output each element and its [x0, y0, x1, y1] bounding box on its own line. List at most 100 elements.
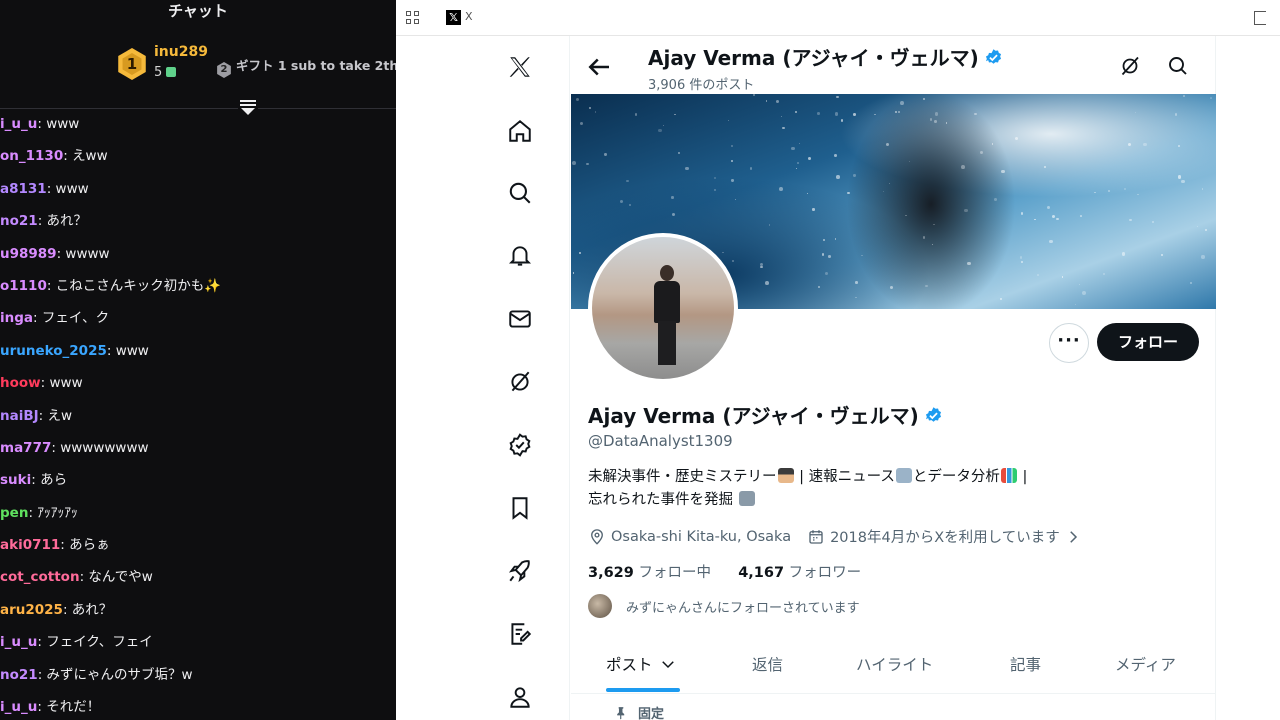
chat-username[interactable]: ma777: [0, 440, 51, 456]
messages-envelope-icon[interactable]: [488, 294, 552, 344]
x-logo-icon[interactable]: [488, 42, 552, 92]
chat-message: pen: ｱｯｱｯｱｯ: [0, 501, 396, 533]
header-profile-name: Ajay Verma (アジャイ・ヴェルマ): [648, 42, 1003, 71]
chat-text: あら: [40, 472, 68, 489]
chat-message: no21: あれ？: [0, 209, 396, 241]
gift-leaderboard-second[interactable]: 2 ギフト 1 sub to take 2th: [216, 55, 396, 78]
follower-avatar: [588, 594, 612, 618]
chat-username[interactable]: no21: [0, 213, 38, 229]
profile-name: Ajay Verma (アジャイ・ヴェルマ): [588, 400, 943, 429]
chat-username[interactable]: i_u_u: [0, 116, 37, 132]
chat-text: こねこさんキック初かも✨: [55, 277, 222, 294]
back-arrow-icon[interactable]: [584, 52, 614, 82]
location-pin-icon: [591, 528, 603, 545]
grok-icon[interactable]: [488, 357, 552, 407]
chat-text: それだ！: [46, 699, 101, 716]
chevron-down-icon: [661, 661, 674, 669]
gift-icon: [166, 67, 177, 77]
chat-text: www: [55, 180, 89, 197]
chat-text: えww: [72, 148, 108, 165]
chat-title: チャット: [168, 2, 228, 20]
followed-by-text: みずにゃんさんにフォローされています: [626, 600, 860, 616]
chat-message: aru2025: あれ？: [0, 598, 396, 630]
search-icon[interactable]: [488, 168, 552, 218]
chat-username[interactable]: no21: [0, 667, 38, 683]
profile-column: Ajay Verma (アジャイ・ヴェルマ) 3,906 件のポスト ··· フ…: [569, 36, 1216, 720]
follow-button[interactable]: フォロー: [1097, 323, 1199, 361]
tab-highlights[interactable]: ハイライト: [856, 644, 933, 694]
following-link[interactable]: 3,629 フォロー中: [588, 565, 711, 581]
chat-text: あれ？: [71, 601, 113, 618]
profile-search-icon[interactable]: [1166, 54, 1190, 78]
chat-username[interactable]: pen: [0, 505, 28, 521]
profile-bio-line2: 忘れられた事件を発掘: [588, 488, 756, 509]
chat-username[interactable]: naiBJ: [0, 408, 39, 424]
browser-window: 𝕏 X Ajay Verma (アジャイ・ヴェルマ) 3,906 件のポスト ·…: [396, 0, 1280, 720]
chat-separator: :: [63, 148, 73, 165]
chat-separator: :: [37, 116, 47, 132]
detective-emoji-icon: [777, 468, 794, 483]
more-options-button[interactable]: ···: [1049, 323, 1089, 363]
chat-username[interactable]: aru2025: [0, 602, 63, 618]
profile-bio-line1: 未解決事件・歴史ミステリー | 速報ニュース とデータ分析 |: [588, 468, 1028, 485]
newspaper-emoji-icon: [895, 468, 912, 483]
chat-username[interactable]: u98989: [0, 246, 57, 262]
rank-1-badge-icon: 1: [116, 48, 148, 80]
premium-verified-icon[interactable]: [488, 420, 552, 470]
rocket-icon[interactable]: [488, 546, 552, 596]
chat-text: www: [115, 342, 149, 359]
chat-separator: :: [33, 310, 42, 327]
chat-username[interactable]: uruneko_2025: [0, 343, 107, 359]
chat-username[interactable]: suki: [0, 472, 31, 488]
chat-username[interactable]: i_u_u: [0, 634, 37, 650]
pin-icon: [617, 707, 625, 720]
followers-link[interactable]: 4,167 フォロワー: [738, 565, 861, 581]
home-icon[interactable]: [488, 106, 552, 156]
tab-posts[interactable]: ポスト: [606, 644, 677, 694]
chat-separator: :: [106, 342, 116, 359]
chat-message: inga: フェイ、ク: [0, 306, 396, 338]
chat-username[interactable]: on_1130: [0, 148, 63, 164]
notifications-bell-icon[interactable]: [488, 231, 552, 281]
leader-gift-count: 5: [154, 65, 177, 80]
tab-replies[interactable]: 返信: [752, 644, 783, 694]
chat-message: uruneko_2025: www: [0, 339, 396, 371]
profile-avatar[interactable]: [588, 233, 738, 383]
chat-message: a8131: www: [0, 177, 396, 209]
tab-media[interactable]: メディア: [1115, 644, 1176, 694]
chat-username[interactable]: o1110: [0, 278, 47, 294]
follow-stats: 3,629 フォロー中 4,167 フォロワー: [588, 561, 861, 582]
chat-username[interactable]: inga: [0, 310, 33, 326]
chat-separator: :: [28, 504, 38, 521]
chat-separator: :: [46, 277, 56, 294]
followed-by-row[interactable]: みずにゃんさんにフォローされています: [588, 594, 860, 618]
articles-compose-icon[interactable]: [488, 609, 552, 659]
chat-username[interactable]: aki0711: [0, 537, 60, 553]
rank-2-badge-icon: 2: [217, 62, 231, 78]
tab-title[interactable]: X: [465, 10, 473, 23]
chat-separator: :: [37, 634, 47, 651]
chevron-right-icon[interactable]: [1064, 528, 1082, 546]
chat-username[interactable]: hoow: [0, 375, 41, 391]
window-control-icon[interactable]: [1254, 11, 1266, 25]
chat-panel: チャット 1 inu289 5 2 ギフト 1 sub to take 2th i…: [0, 0, 396, 720]
chat-separator: :: [51, 439, 61, 456]
tab-grid-icon[interactable]: [406, 11, 420, 25]
chat-message: o1110: こねこさんキック初かも✨: [0, 274, 396, 306]
active-tab-indicator: [606, 688, 680, 692]
bookmark-icon[interactable]: [488, 483, 552, 533]
grok-analyze-icon[interactable]: [1118, 54, 1142, 78]
chat-username[interactable]: cot_cotton: [0, 569, 80, 585]
header-post-count: 3,906 件のポスト: [648, 78, 755, 93]
chat-message: u98989: wwww: [0, 242, 396, 274]
profile-person-icon[interactable]: [488, 672, 552, 720]
leader-username: inu289: [154, 44, 208, 60]
chat-username[interactable]: i_u_u: [0, 699, 37, 715]
calendar-icon: [809, 529, 823, 544]
chat-text: フェイ、ク: [41, 310, 110, 327]
chat-username[interactable]: a8131: [0, 181, 47, 197]
rank-2-text: ギフト 1 sub to take 2th: [236, 58, 396, 73]
chat-message-list: i_u_u: www on_1130: えww a8131: www no21: あれ…: [0, 112, 396, 720]
tab-articles[interactable]: 記事: [1010, 644, 1041, 694]
profile-location: Osaka-shi Kita-ku, Osaka: [611, 528, 792, 545]
